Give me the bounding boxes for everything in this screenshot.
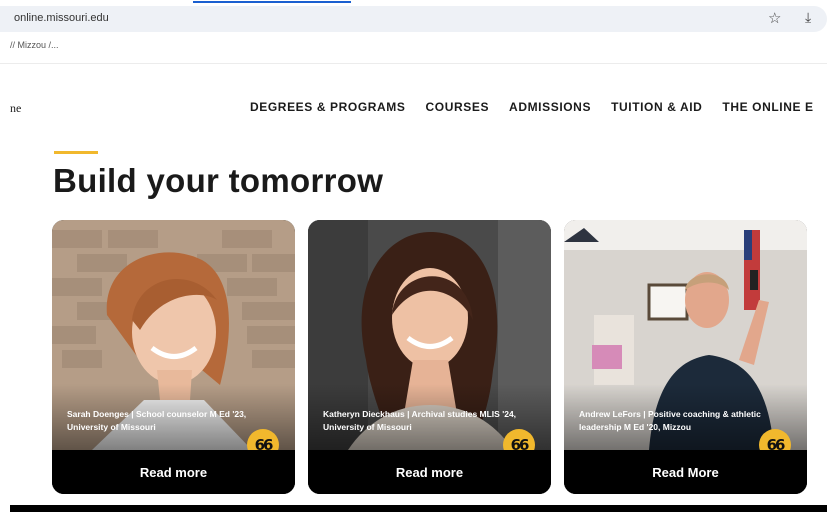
nav-online-experience[interactable]: THE ONLINE E bbox=[722, 100, 813, 114]
bottom-dark-bar bbox=[10, 505, 827, 512]
testimonial-card[interactable]: Sarah Doenges | School counselor M Ed '2… bbox=[52, 220, 295, 494]
testimonial-card[interactable]: Andrew LeFors | Positive coaching & athl… bbox=[564, 220, 807, 494]
star-icon[interactable]: ☆ bbox=[768, 9, 781, 27]
site-brand-partial[interactable]: ne bbox=[10, 101, 21, 116]
read-more-button[interactable]: Read more bbox=[308, 450, 551, 494]
bookmarks-path[interactable]: // Mizzou /... bbox=[10, 40, 59, 50]
testimonial-card[interactable]: Katheryn Dieckhaus | Archival studies ML… bbox=[308, 220, 551, 494]
testimonial-caption: Andrew LeFors | Positive coaching & athl… bbox=[579, 409, 761, 432]
testimonial-caption: Sarah Doenges | School counselor M Ed '2… bbox=[67, 409, 247, 432]
address-bar[interactable]: online.missouri.edu ☆ ⤓ bbox=[0, 6, 827, 32]
main-nav: DEGREES & PROGRAMS COURSES ADMISSIONS TU… bbox=[250, 100, 827, 114]
nav-admissions[interactable]: ADMISSIONS bbox=[509, 100, 591, 114]
nav-tuition-aid[interactable]: TUITION & AID bbox=[611, 100, 702, 114]
nav-degrees-programs[interactable]: DEGREES & PROGRAMS bbox=[250, 100, 406, 114]
clipped-link[interactable] bbox=[193, 1, 351, 3]
heading-accent-bar bbox=[54, 151, 98, 154]
read-more-button[interactable]: Read More bbox=[564, 450, 807, 494]
testimonial-caption: Katheryn Dieckhaus | Archival studies ML… bbox=[323, 409, 517, 432]
header-divider bbox=[0, 63, 827, 64]
page-title: Build your tomorrow bbox=[53, 162, 384, 199]
nav-courses[interactable]: COURSES bbox=[426, 100, 490, 114]
read-more-button[interactable]: Read more bbox=[52, 450, 295, 494]
download-icon[interactable]: ⤓ bbox=[805, 9, 811, 26]
url-text[interactable]: online.missouri.edu bbox=[14, 12, 109, 24]
